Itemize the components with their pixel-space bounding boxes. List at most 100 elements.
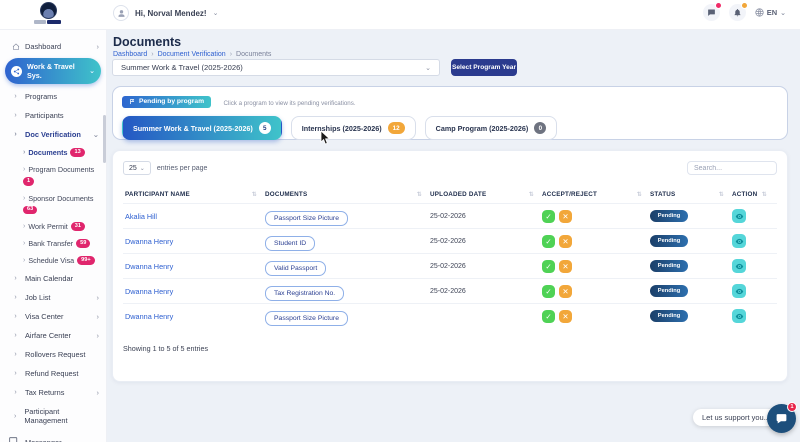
sidebar-subitem-sponsor-documents[interactable]: › Sponsor Documents 63 [0, 190, 106, 219]
top-header: Hi, Norval Mendez! ⌄ EN ⌄ [0, 0, 800, 30]
sidebar-item-doc-verification[interactable]: › Doc Verification ⌄ [0, 125, 106, 144]
sidebar-subitem-schedule-visa[interactable]: › Schedule Visa 99+ [0, 252, 106, 269]
accept-button[interactable]: ✓ [542, 284, 555, 298]
sidebar-item-messenger[interactable]: Messenger [0, 430, 106, 442]
sort-icon[interactable]: ⇅ [637, 191, 642, 198]
reject-button[interactable]: ✕ [559, 209, 572, 223]
chevron-right-icon: › [14, 351, 17, 359]
main-content: Documents Dashboard › Document Verificat… [107, 30, 800, 442]
program-select[interactable]: Summer Work & Travel (2025-2026) ⌄ [112, 59, 440, 76]
notifications-badge [740, 2, 748, 9]
sidebar-scrollbar[interactable] [103, 115, 106, 163]
chevron-down-icon: ⌄ [89, 68, 95, 75]
participant-name[interactable]: Dwanna Henry [125, 237, 265, 246]
view-button[interactable] [732, 309, 746, 323]
chevron-right-icon: › [96, 293, 100, 303]
language-selector[interactable]: EN ⌄ [755, 8, 786, 17]
user-menu[interactable]: Hi, Norval Mendez! ⌄ [113, 5, 218, 21]
view-button[interactable] [732, 209, 746, 223]
accept-button[interactable]: ✓ [542, 259, 555, 273]
document-button[interactable]: Passport Size Picture [265, 210, 348, 226]
breadcrumb-dashboard[interactable]: Dashboard [113, 51, 147, 58]
accept-button[interactable]: ✓ [542, 209, 555, 223]
sort-icon[interactable]: ⇅ [529, 191, 534, 198]
sidebar-item-rollovers-request[interactable]: › Rollovers Request [0, 345, 106, 364]
sidebar-item-dashboard[interactable]: Dashboard › [0, 37, 106, 56]
accept-button[interactable]: ✓ [542, 234, 555, 248]
sidebar-subitem-program-documents[interactable]: › Program Documents 1 [0, 161, 106, 190]
tab-internships[interactable]: Internships (2025-2026) 12 [290, 116, 416, 140]
sort-icon[interactable]: ⇅ [762, 191, 767, 198]
participant-name[interactable]: Akalia Hill [125, 212, 265, 221]
column-header-documents[interactable]: DOCUMENTS ⇅ [265, 191, 430, 198]
notifications-button[interactable] [728, 2, 748, 21]
sidebar-item-refund-request[interactable]: › Refund Request [0, 364, 106, 383]
uploaded-date: 25-02-2026 [430, 287, 466, 295]
share-icon [11, 65, 22, 77]
sidebar-subitem-documents[interactable]: › Documents 13 [0, 144, 106, 161]
view-button[interactable] [732, 284, 746, 298]
sidebar: Dashboard › Work & Travel Sys. ⌄ › Progr… [0, 30, 107, 442]
view-button[interactable] [732, 234, 746, 248]
chevron-right-icon: › [14, 275, 17, 283]
chat-launcher-button[interactable]: 1 [767, 402, 797, 433]
tab-camp-program[interactable]: Camp Program (2025-2026) 0 [424, 116, 558, 140]
sidebar-item-programs[interactable]: › Programs [0, 87, 106, 106]
search-input[interactable] [687, 161, 777, 175]
sidebar-item-visa-center[interactable]: › Visa Center › [0, 307, 106, 326]
count-badge: 31 [70, 222, 85, 231]
sort-icon[interactable]: ⇅ [252, 191, 257, 198]
status-badge: Pending [650, 310, 688, 322]
participant-name[interactable]: Dwanna Henry [125, 312, 265, 321]
breadcrumb-doc-verification[interactable]: Document Verification [158, 51, 226, 58]
document-button[interactable]: Student ID [265, 235, 316, 251]
globe-logo-icon [39, 2, 57, 19]
page-title: Documents [113, 35, 182, 49]
participant-name[interactable]: Dwanna Henry [125, 262, 265, 271]
sidebar-subitem-bank-transfer[interactable]: › Bank Transfer 59 [0, 235, 106, 252]
home-icon [11, 43, 20, 51]
bell-icon [734, 8, 741, 17]
select-program-year-button[interactable]: Select Program Year [451, 59, 517, 76]
sidebar-item-tax-returns[interactable]: › Tax Returns › [0, 383, 106, 402]
participant-name[interactable]: Dwanna Henry [125, 287, 265, 296]
pending-by-program-panel: Pending by program Click a program to vi… [112, 86, 788, 140]
chevron-down-icon: ⌄ [92, 130, 99, 139]
document-button[interactable]: Tax Registration No. [265, 285, 345, 301]
uploaded-date: 25-02-2026 [430, 237, 466, 245]
sidebar-item-work-travel-system[interactable]: Work & Travel Sys. ⌄ [5, 58, 101, 84]
reject-button[interactable]: ✕ [559, 234, 572, 248]
sort-icon[interactable]: ⇅ [719, 191, 724, 198]
entries-per-page-select[interactable]: 25 ⌄ [123, 161, 151, 175]
table-summary: Showing 1 to 5 of 5 entries [123, 344, 209, 353]
sidebar-item-main-calendar[interactable]: › Main Calendar [0, 269, 106, 288]
tab-summer-work-travel[interactable]: Summer Work & Travel (2025-2026) 5 [122, 116, 282, 140]
view-button[interactable] [732, 259, 746, 273]
breadcrumb: Dashboard › Document Verification › Docu… [113, 51, 272, 58]
sidebar-subitem-work-permit[interactable]: › Work Permit 31 [0, 218, 106, 235]
column-header-action[interactable]: ACTION ⇅ [732, 191, 775, 198]
sort-icon[interactable]: ⇅ [417, 191, 422, 198]
sidebar-item-participant-management[interactable]: › Participant Management [0, 402, 106, 430]
sidebar-item-job-list[interactable]: › Job List › [0, 288, 106, 307]
count-badge: 63 [23, 205, 38, 215]
chat-bubble-icon [776, 414, 787, 424]
column-header-participant-name[interactable]: PARTICIPANT NAME ⇅ [125, 191, 265, 198]
chevron-right-icon: › [96, 388, 100, 398]
chevron-down-icon: ⌄ [139, 165, 145, 172]
document-button[interactable]: Passport Size Picture [265, 310, 348, 326]
uploaded-date: 25-02-2026 [430, 212, 466, 220]
column-header-uploaded-date[interactable]: UPLOADED DATE ⇅ [430, 191, 542, 198]
accept-button[interactable]: ✓ [542, 309, 555, 323]
sidebar-item-participants[interactable]: › Participants [0, 106, 106, 125]
reject-button[interactable]: ✕ [559, 284, 572, 298]
reject-button[interactable]: ✕ [559, 309, 572, 323]
eye-icon [735, 213, 743, 219]
chevron-right-icon: › [96, 312, 100, 322]
document-button[interactable]: Valid Passport [265, 260, 327, 276]
column-header-status[interactable]: STATUS ⇅ [650, 191, 732, 198]
messages-button[interactable] [702, 2, 722, 21]
sidebar-item-airfare-center[interactable]: › Airfare Center › [0, 326, 106, 345]
column-header-accept-reject[interactable]: ACCEPT/REJECT ⇅ [542, 191, 650, 198]
reject-button[interactable]: ✕ [559, 259, 572, 273]
